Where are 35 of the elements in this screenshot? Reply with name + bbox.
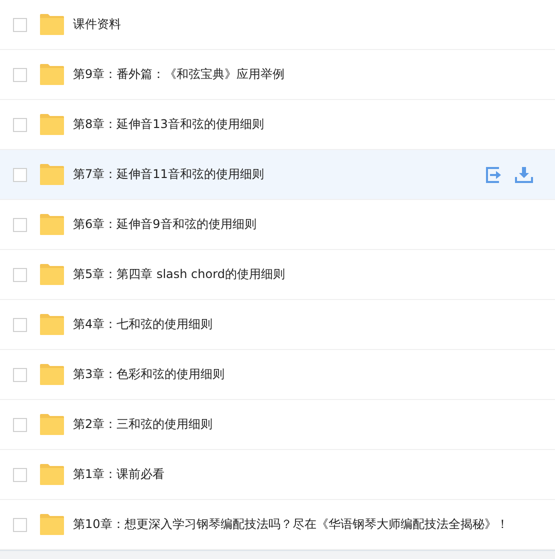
- folder-icon: [40, 14, 64, 35]
- folder-name[interactable]: 第3章：色彩和弦的使用细则: [73, 366, 533, 383]
- folder-name[interactable]: 第8章：延伸音13音和弦的使用细则: [73, 116, 533, 133]
- checkbox[interactable]: [13, 218, 27, 232]
- download-icon[interactable]: [515, 166, 533, 182]
- folder-icon: [40, 264, 64, 285]
- folder-name[interactable]: 第4章：七和弦的使用细则: [73, 316, 533, 333]
- checkbox[interactable]: [13, 368, 27, 382]
- folder-icon: [40, 214, 64, 235]
- checkbox[interactable]: [13, 518, 27, 532]
- folder-name[interactable]: 第6章：延伸音9音和弦的使用细则: [73, 216, 533, 233]
- checkbox[interactable]: [13, 418, 27, 432]
- folder-icon: [40, 64, 64, 85]
- folder-icon: [40, 464, 64, 485]
- checkbox[interactable]: [13, 168, 27, 182]
- checkbox[interactable]: [13, 468, 27, 482]
- folder-name[interactable]: 课件资料: [73, 16, 533, 33]
- file-row[interactable]: 第7章：延伸音11音和弦的使用细则: [0, 150, 555, 200]
- folder-icon: [40, 314, 64, 335]
- checkbox[interactable]: [13, 118, 27, 132]
- checkbox[interactable]: [13, 318, 27, 332]
- folder-name[interactable]: 第7章：延伸音11音和弦的使用细则: [73, 166, 475, 183]
- folder-name[interactable]: 第1章：课前必看: [73, 466, 533, 483]
- checkbox[interactable]: [13, 268, 27, 282]
- folder-name[interactable]: 第5章：第四章 slash chord的使用细则: [73, 266, 533, 283]
- folder-name[interactable]: 第10章：想更深入学习钢琴编配技法吗？尽在《华语钢琴大师编配技法全揭秘》！: [73, 516, 533, 533]
- checkbox[interactable]: [13, 68, 27, 82]
- folder-icon: [40, 164, 64, 185]
- folder-icon: [40, 514, 64, 535]
- folder-name[interactable]: 第2章：三和弦的使用细则: [73, 416, 533, 433]
- folder-name[interactable]: 第9章：番外篇：《和弦宝典》应用举例: [73, 66, 533, 83]
- checkbox[interactable]: [13, 18, 27, 32]
- folder-icon: [40, 414, 64, 435]
- folder-icon: [40, 114, 64, 135]
- folder-icon: [40, 364, 64, 385]
